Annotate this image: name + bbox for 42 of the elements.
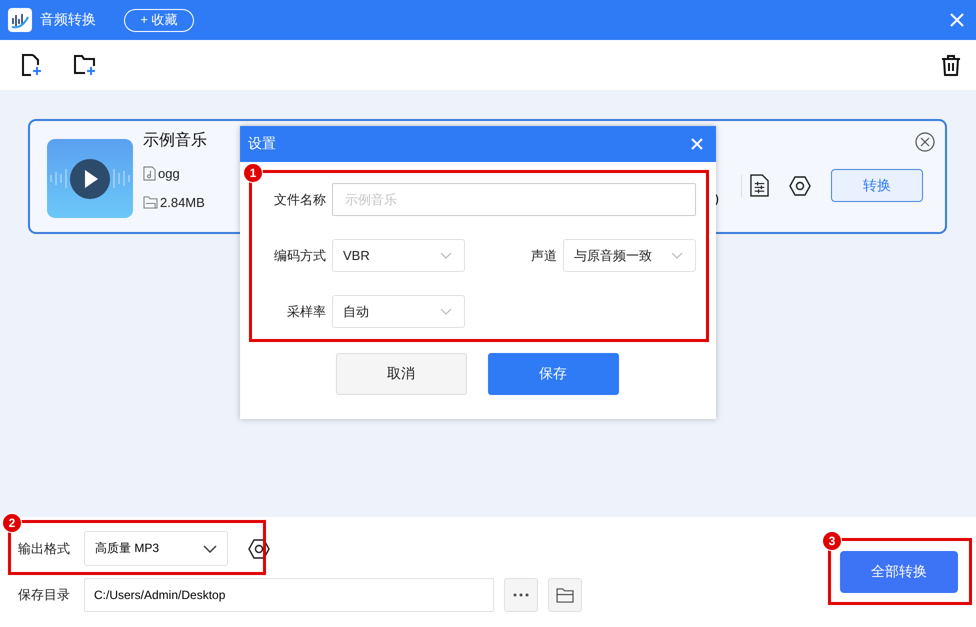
app-logo-icon [8, 8, 32, 32]
step-badge: 3 [822, 531, 842, 551]
cancel-button[interactable]: 取消 [336, 353, 466, 395]
music-file-icon [143, 166, 156, 181]
favorite-button[interactable]: + 收藏 [124, 8, 194, 32]
trash-icon[interactable] [939, 53, 963, 77]
file-format: ogg [158, 166, 180, 181]
save-directory-label: 保存目录 [18, 586, 71, 604]
dropdown[interactable]: 自动 [332, 295, 465, 328]
open-folder-button[interactable] [548, 578, 582, 612]
add-file-icon[interactable] [19, 53, 43, 77]
window-title: 音频转换 [40, 11, 96, 29]
chevron-down-icon [440, 252, 452, 259]
step-badge: 2 [2, 513, 22, 533]
field-label: 编码方式 [273, 246, 326, 264]
directory-field[interactable]: C:/Users/Admin/Desktop [84, 578, 494, 612]
folder-icon [556, 588, 574, 602]
close-icon[interactable] [915, 132, 935, 152]
chevron-down-icon [440, 308, 452, 315]
field-label: 文件名称 [273, 190, 326, 208]
dropdown[interactable]: 与原音频一致 [563, 239, 696, 272]
file-size: 2.84MB [160, 195, 205, 210]
chevron-down-icon [203, 544, 217, 552]
convert-all-button[interactable]: 全部转换 [840, 551, 958, 593]
field-label: 声道 [530, 246, 557, 264]
output-format-label: 输出格式 [18, 540, 71, 558]
add-folder-icon[interactable] [73, 53, 97, 77]
file-name-field[interactable]: 示例音乐 [332, 183, 696, 216]
chevron-down-icon [671, 252, 683, 259]
folder-icon [143, 196, 158, 209]
document-settings-icon[interactable] [750, 174, 769, 197]
save-button[interactable]: 保存 [488, 353, 618, 395]
more-icon [513, 593, 529, 597]
field-label: 采样率 [286, 302, 326, 320]
hexagon-settings-icon[interactable] [248, 538, 270, 558]
more-button[interactable] [504, 578, 538, 612]
dropdown[interactable]: VBR [332, 239, 465, 272]
convert-button[interactable]: 转换 [831, 169, 923, 202]
file-title: 示例音乐 [143, 130, 207, 151]
format-select[interactable]: 高质量 MP3 [84, 531, 228, 566]
hexagon-settings-icon[interactable] [789, 176, 811, 196]
dialog-title: 设置 [248, 135, 276, 153]
